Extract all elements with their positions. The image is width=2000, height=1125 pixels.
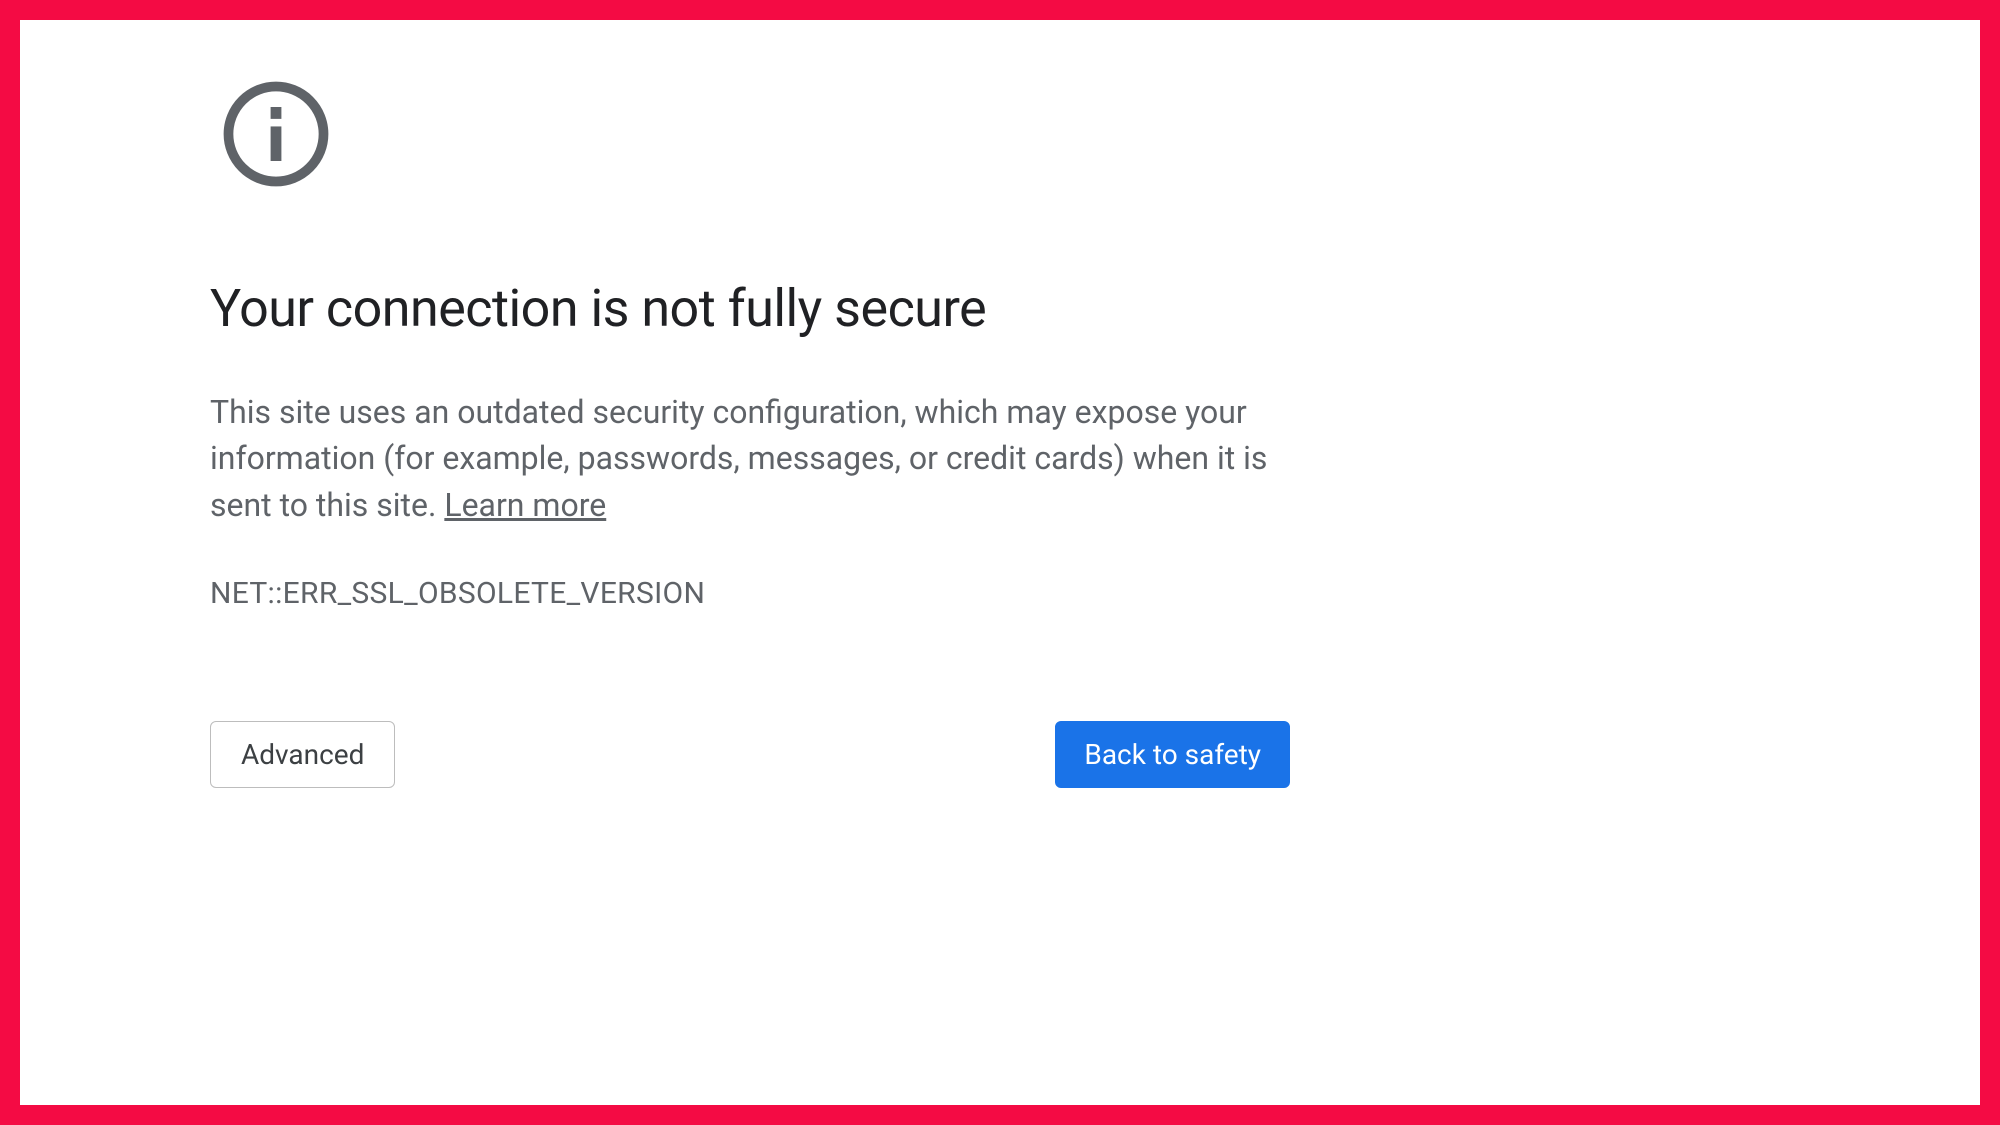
description-text: This site uses an outdated security conf… [210, 393, 1267, 524]
button-row: Advanced Back to safety [210, 721, 1290, 788]
page-title: Your connection is not fully secure [210, 278, 1790, 339]
info-icon [222, 80, 330, 188]
advanced-button[interactable]: Advanced [210, 721, 395, 788]
error-code: NET::ERR_SSL_OBSOLETE_VERSION [210, 576, 1790, 611]
learn-more-link[interactable]: Learn more [444, 486, 606, 524]
warning-description: This site uses an outdated security conf… [210, 389, 1290, 528]
back-to-safety-button[interactable]: Back to safety [1055, 721, 1290, 788]
